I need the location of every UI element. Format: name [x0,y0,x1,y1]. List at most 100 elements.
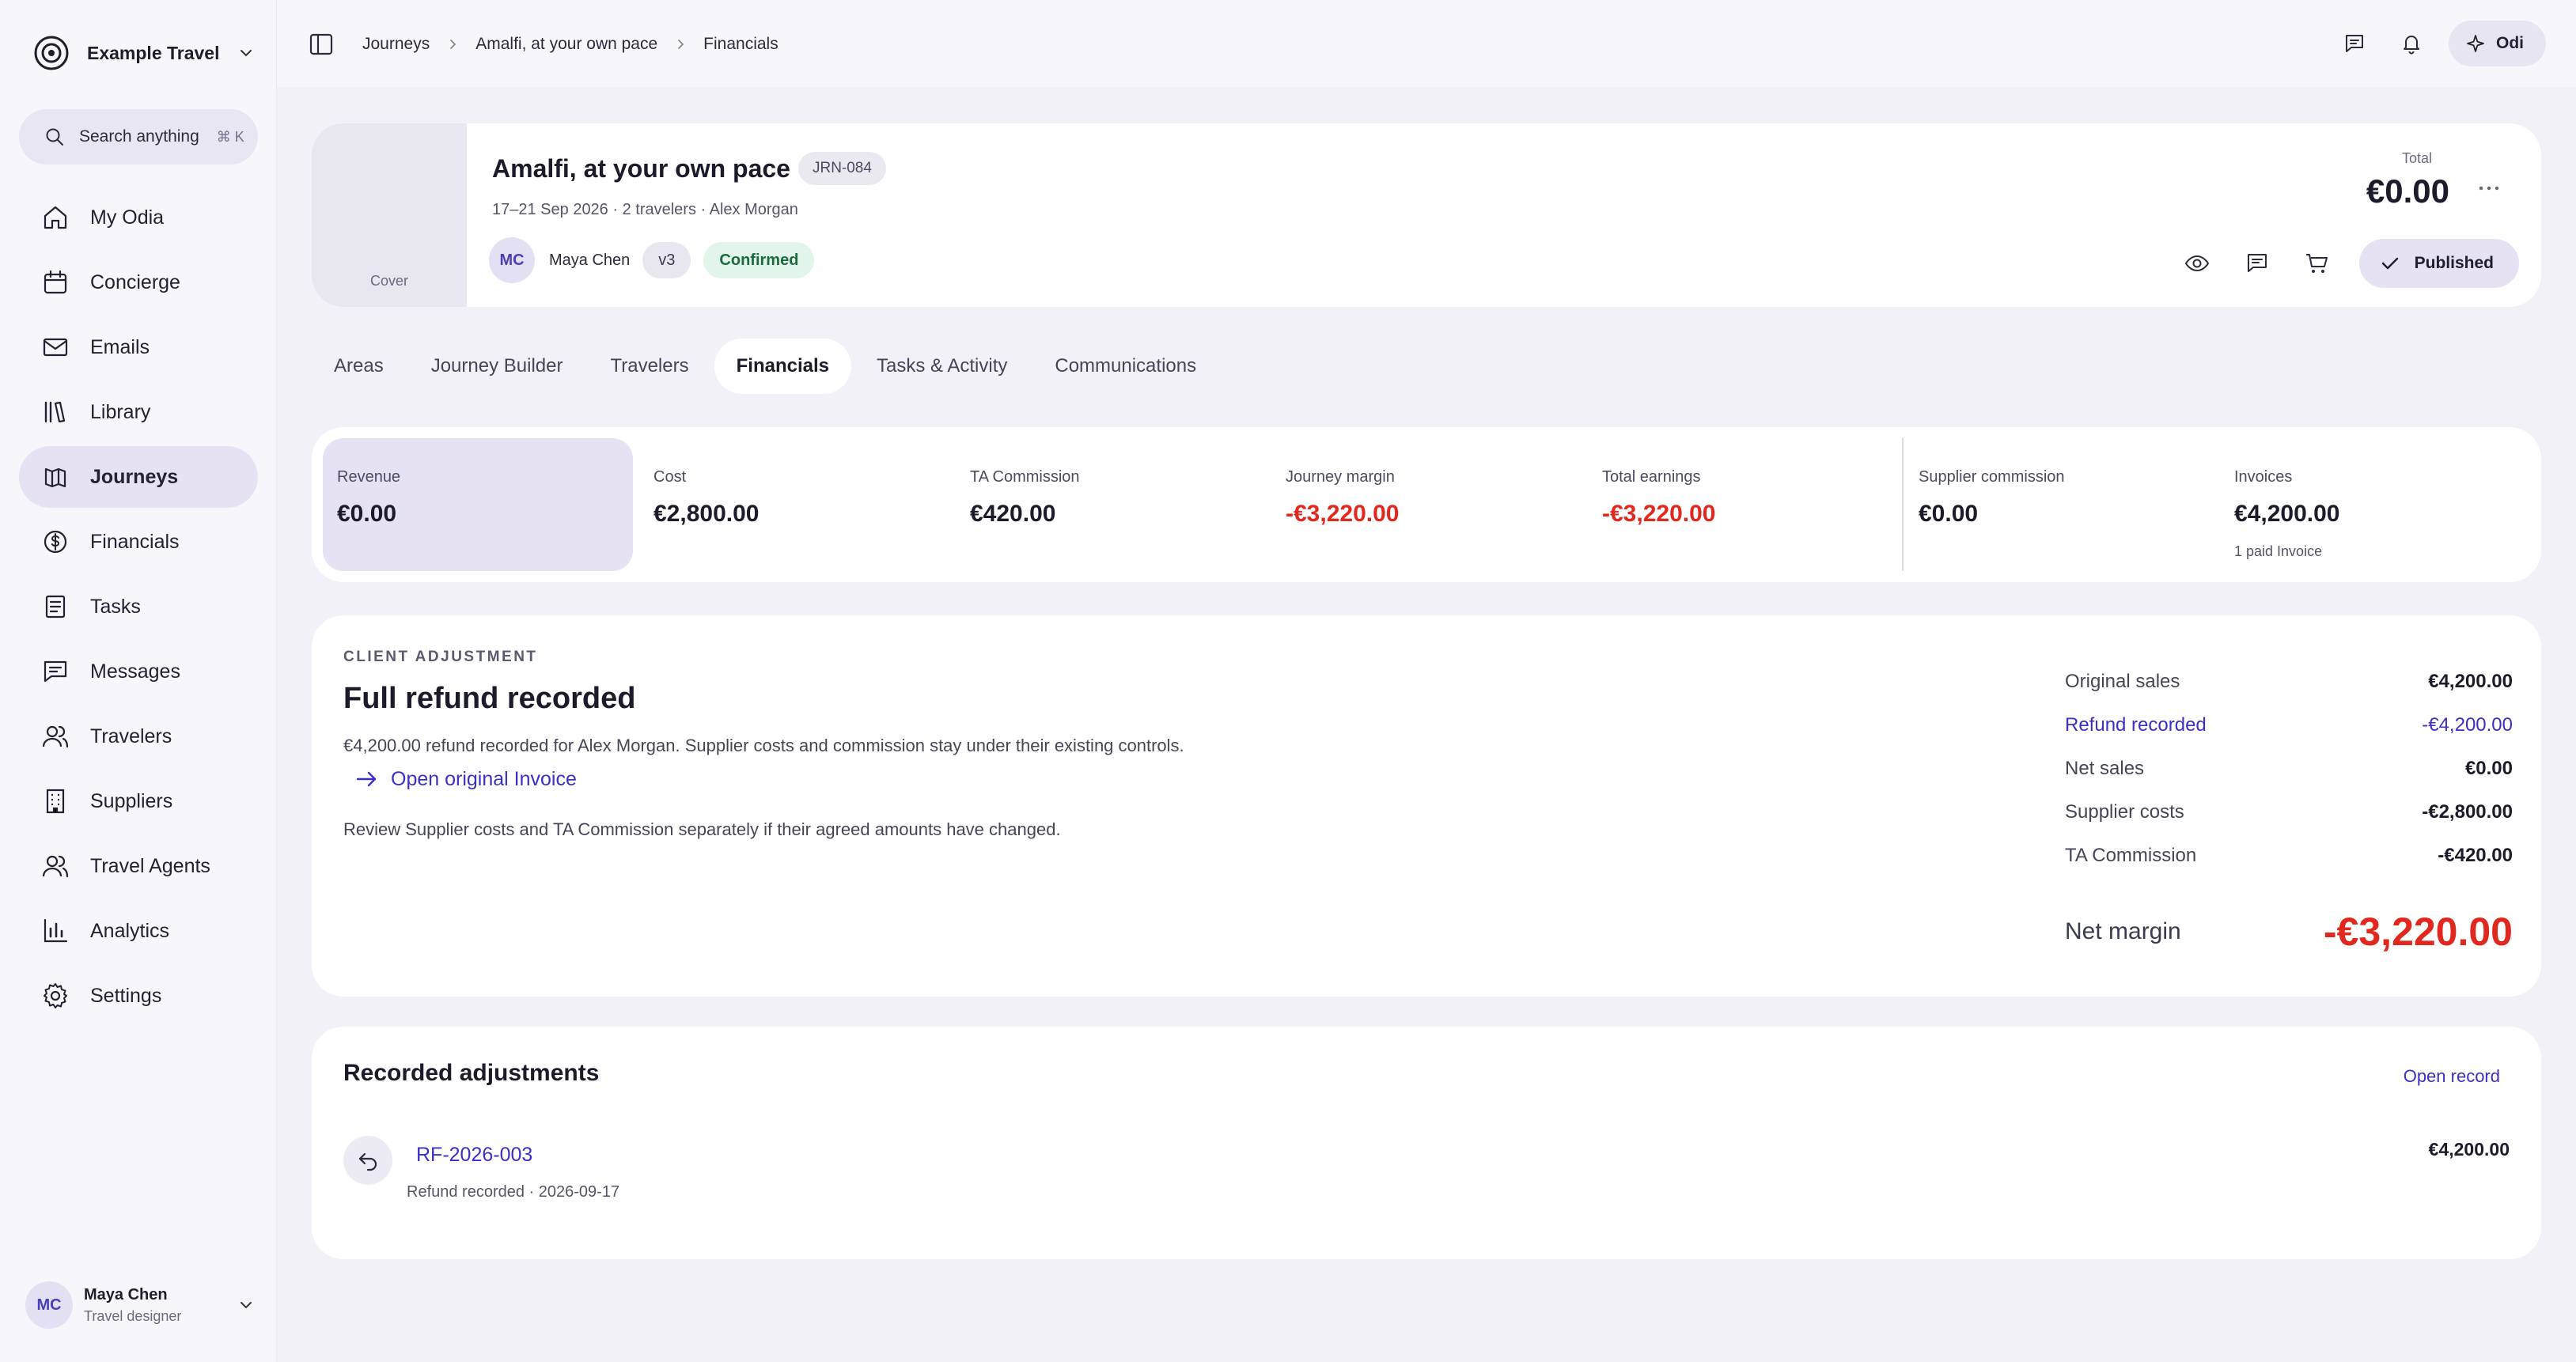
brand-name: Example Travel [87,42,220,63]
assistant-button[interactable]: Odi [2449,21,2546,66]
breadcrumb-journeys[interactable]: Journeys [362,35,430,54]
brand-switcher[interactable]: Example Travel [33,33,255,73]
sidebar-item-label: My Odia [90,206,165,229]
total-value: €0.00 [2366,172,2449,210]
summary-label: Supplier costs [2065,800,2184,823]
sidebar-item-my-odia[interactable]: My Odia [19,187,258,248]
tasks-icon [41,592,70,621]
chevron-down-icon [237,44,255,62]
notifications-button[interactable] [2388,21,2434,66]
summary-row: TA Commission -€420.00 [2065,834,2513,877]
preview-button[interactable] [2174,240,2220,286]
sidebar-item-travelers[interactable]: Travelers [19,706,258,767]
sidebar-item-messages[interactable]: Messages [19,641,258,702]
messages-button[interactable] [2332,21,2377,66]
metric-label: Cost [653,468,687,486]
sidebar-toggle-icon[interactable] [309,32,334,57]
agents-icon [41,852,70,880]
summary-value: -€2,800.00 [2422,800,2513,823]
calendar-icon [41,268,70,297]
metric-cost[interactable]: Cost €2,800.00 [639,438,949,571]
sidebar-item-label: Financials [90,530,180,553]
cart-button[interactable] [2294,240,2340,286]
chart-icon [41,917,70,945]
search-icon [44,127,65,147]
home-icon [41,203,70,232]
journey-code-badge: JRN-084 [797,152,886,185]
adjustment-amount: €4,200.00 [2428,1139,2510,1160]
open-invoice-link[interactable]: Open original Invoice [353,766,577,793]
sidebar-item-travel-agents[interactable]: Travel Agents [19,835,258,897]
users-icon [41,722,70,751]
refund-icon [343,1136,392,1185]
top-bar: Journeys Amalfi, at your own pace Financ… [277,0,2576,87]
bell-icon [2404,36,2419,55]
sidebar-item-label: Suppliers [90,789,173,812]
message-icon [2346,35,2363,52]
brand-logo-icon [33,35,70,71]
breadcrumb-current: Financials [703,35,778,53]
metric-label: TA Commission [970,468,1080,486]
open-invoice-label: Open original Invoice [391,767,577,790]
metric-ta-commission[interactable]: TA Commission €420.00 [956,438,1266,571]
sidebar-item-analytics[interactable]: Analytics [19,900,258,962]
eye-icon [2184,255,2209,272]
more-options-icon[interactable] [2473,172,2505,204]
search-shortcut: ⌘ K [216,128,244,145]
adjustment-title: Full refund recorded [343,682,636,715]
sidebar-item-financials[interactable]: Financials [19,511,258,573]
sidebar-item-concierge[interactable]: Concierge [19,252,258,313]
adjustment-id-link[interactable]: RF-2026-003 [416,1144,532,1167]
published-label: Published [2414,254,2494,272]
sidebar-item-label: Journeys [90,465,179,488]
tab-financials[interactable]: Financials [714,339,851,394]
metric-total-earnings[interactable]: Total earnings -€3,220.00 [1588,438,1898,571]
sidebar-item-tasks[interactable]: Tasks [19,576,258,637]
client-adjustment-card: CLIENT ADJUSTMENT Full refund recorded €… [312,615,2541,997]
journey-tabs: Areas Journey Builder Travelers Financials T… [312,339,1222,394]
user-menu[interactable]: MC Maya Chen Travel designer [25,1280,255,1330]
tab-journey-builder[interactable]: Journey Builder [409,339,585,394]
sidebar-item-suppliers[interactable]: Suppliers [19,770,258,832]
journeys-icon [41,463,70,491]
metric-invoices[interactable]: Invoices €4,200.00 1 paid Invoice [2220,438,2530,571]
arrow-right-icon [356,771,377,787]
metric-value: €0.00 [1919,501,1979,527]
search-button[interactable]: Search anything ⌘ K [19,109,258,165]
cover-label: Cover [369,273,408,289]
chevron-down-icon [237,1296,255,1314]
adjustment-meta: Refund recorded · 2026-09-17 [407,1183,620,1201]
summary-value: €4,200.00 [2428,670,2513,692]
tab-communications[interactable]: Communications [1032,339,1218,394]
sidebar: Example Travel Search anything ⌘ K My Od… [0,0,277,1362]
published-button[interactable]: Published [2358,239,2519,288]
message-icon [41,657,70,686]
tab-areas[interactable]: Areas [312,339,406,394]
tab-tasks-activity[interactable]: Tasks & Activity [854,339,1029,394]
tab-travelers[interactable]: Travelers [588,339,710,394]
comments-button[interactable] [2234,240,2280,286]
metric-revenue[interactable]: Revenue €0.00 [323,438,633,571]
sidebar-item-label: Analytics [90,919,170,942]
sidebar-item-library[interactable]: Library [19,381,258,443]
summary-label: TA Commission [2065,844,2197,866]
chevron-right-icon [445,37,460,51]
sidebar-item-settings[interactable]: Settings [19,965,258,1027]
cover-image[interactable]: Cover [312,123,467,307]
metrics-divider [1902,438,1904,571]
building-icon [41,787,70,815]
summary-label: Net sales [2065,757,2145,779]
sidebar-item-journeys[interactable]: Journeys [19,446,258,508]
metric-journey-margin[interactable]: Journey margin -€3,220.00 [1271,438,1582,571]
sidebar-item-label: Travelers [90,725,172,747]
sparkle-icon [2467,35,2484,52]
summary-value: €0.00 [2464,757,2513,779]
metric-value: -€3,220.00 [1286,501,1400,527]
sidebar-item-label: Travel Agents [90,854,210,877]
breadcrumb-journey[interactable]: Amalfi, at your own pace [475,35,657,54]
user-name: Maya Chen [84,1285,168,1303]
open-record-link[interactable]: Open record [2404,1066,2500,1087]
metric-supplier-commission[interactable]: Supplier commission €0.00 [1904,438,2214,571]
sidebar-item-emails[interactable]: Emails [19,316,258,378]
chevron-right-icon [673,37,688,51]
